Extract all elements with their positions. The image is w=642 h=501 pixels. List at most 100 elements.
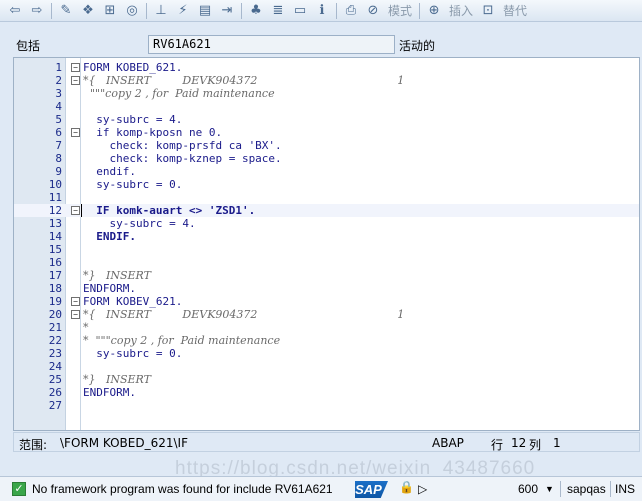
line-number: 26: [48, 386, 62, 399]
code-line[interactable]: 15: [14, 243, 639, 256]
code-text: * """copy 2 , for Paid maintenance: [83, 334, 281, 347]
fold-toggle-icon[interactable]: −: [71, 310, 80, 319]
code-line[interactable]: 4: [14, 100, 639, 113]
line-number: 21: [48, 321, 62, 334]
line-number: 18: [48, 282, 62, 295]
code-line[interactable]: 22 * """copy 2 , for Paid maintenance: [14, 334, 639, 347]
info-icon[interactable]: ℹ: [311, 1, 333, 21]
stack-icon[interactable]: ≣: [267, 1, 289, 21]
toolbar-divider: [336, 2, 337, 19]
hierarchy-icon[interactable]: ⊥: [150, 1, 172, 21]
window-icon[interactable]: ▭: [289, 1, 311, 21]
stop-icon[interactable]: ⊘: [362, 1, 384, 21]
code-text: check: komp-prsfd ca 'BX'.: [83, 139, 282, 152]
forward-arrow-icon[interactable]: ⇨: [26, 1, 48, 21]
code-line[interactable]: 17 *} INSERT: [14, 269, 639, 282]
code-text: ENDFORM.: [83, 386, 136, 399]
fold-toggle-icon[interactable]: −: [71, 206, 80, 215]
code-line[interactable]: 23 sy-subrc = 0.: [14, 347, 639, 360]
code-text: *: [83, 321, 89, 334]
print-icon[interactable]: ⎙: [340, 1, 362, 21]
code-line[interactable]: 19− FORM KOBEV_621.: [14, 295, 639, 308]
col-label: 列: [529, 438, 542, 452]
line-number: 23: [48, 347, 62, 360]
line-number: 20: [48, 308, 62, 321]
status-divider: [560, 481, 561, 497]
language-indicator: ABAP: [432, 436, 464, 450]
code-line[interactable]: 7 check: komp-prsfd ca 'BX'.: [14, 139, 639, 152]
program-name-field[interactable]: RV61A621: [148, 35, 395, 54]
line-number: 7: [55, 139, 62, 152]
code-line[interactable]: 6− if komp-kposn ne 0.: [14, 126, 639, 139]
code-line[interactable]: 27: [14, 399, 639, 412]
line-number: 3: [55, 87, 62, 100]
code-line[interactable]: 1− FORM KOBED_621.: [14, 61, 639, 74]
line-number: 12: [48, 204, 62, 217]
pattern-icon[interactable]: ▤: [194, 1, 216, 21]
code-line[interactable]: 13 sy-subrc = 4.: [14, 217, 639, 230]
line-number: 9: [55, 165, 62, 178]
line-number: 13: [48, 217, 62, 230]
program-status: 活动的: [399, 39, 436, 53]
scope-bar: 范围: \FORM KOBED_621\IF ABAP 行 12 列 1: [13, 432, 640, 452]
code-editor[interactable]: 1− FORM KOBED_621. 2− *{ INSERT DEVK904372 …: [13, 57, 640, 431]
mode-button[interactable]: 模式: [384, 2, 416, 19]
code-line[interactable]: 11: [14, 191, 639, 204]
code-line[interactable]: 3 """copy 2 , for Paid maintenance: [14, 87, 639, 100]
back-arrow-icon[interactable]: ⇦: [4, 1, 26, 21]
system-name: sapqas: [567, 482, 606, 496]
code-line[interactable]: 5 sy-subrc = 4.: [14, 113, 639, 126]
fold-toggle-icon[interactable]: −: [71, 76, 80, 85]
fold-toggle-icon[interactable]: −: [71, 297, 80, 306]
sap-logo: SAP: [355, 481, 388, 498]
edit-pencil-icon[interactable]: ✎: [55, 1, 77, 21]
scope-label: 范围:: [19, 438, 48, 452]
line-number: 25: [48, 373, 62, 386]
navigate-icon[interactable]: ⇥: [216, 1, 238, 21]
display-change-icon[interactable]: ⊞: [99, 1, 121, 21]
code-line[interactable]: 16: [14, 256, 639, 269]
replace-button[interactable]: 替代: [499, 2, 531, 19]
code-line[interactable]: 2− *{ INSERT DEVK904372 1: [14, 74, 639, 87]
code-text: *} INSERT: [83, 269, 151, 282]
insert-button[interactable]: 插入: [445, 2, 477, 19]
toolbar-divider: [51, 2, 52, 19]
code-line[interactable]: 25 *} INSERT: [14, 373, 639, 386]
line-number: 4: [55, 100, 62, 113]
code-line[interactable]: 14 ENDIF.: [14, 230, 639, 243]
code-line[interactable]: 21 *: [14, 321, 639, 334]
line-number: 15: [48, 243, 62, 256]
code-line[interactable]: 24: [14, 360, 639, 373]
code-text: ENDIF.: [83, 230, 136, 243]
code-line[interactable]: 12− IF komk-auart <> 'ZSD1'.: [14, 204, 639, 217]
tree-icon[interactable]: ♣: [245, 1, 267, 21]
status-message[interactable]: No framework program was found for inclu…: [32, 482, 333, 496]
code-line[interactable]: 26 ENDFORM.: [14, 386, 639, 399]
code-text: check: komp-kznep = space.: [83, 152, 282, 165]
col-value: 1: [553, 436, 561, 450]
fold-toggle-icon[interactable]: −: [71, 63, 80, 72]
arrow-right-icon[interactable]: ▷: [418, 482, 427, 496]
code-line[interactable]: 8 check: komp-kznep = space.: [14, 152, 639, 165]
line-number: 14: [48, 230, 62, 243]
code-text: endif.: [83, 165, 136, 178]
code-text: ENDFORM.: [83, 282, 136, 295]
include-label: 包括: [16, 39, 41, 53]
activate-icon[interactable]: ⚡: [172, 1, 194, 21]
code-line[interactable]: 10 sy-subrc = 0.: [14, 178, 639, 191]
row-label: 行: [491, 438, 504, 452]
scope-path: \FORM KOBED_621\IF: [60, 436, 188, 450]
code-line[interactable]: 20− *{ INSERT DEVK904372 1: [14, 308, 639, 321]
code-line[interactable]: 9 endif.: [14, 165, 639, 178]
where-used-icon[interactable]: ◎: [121, 1, 143, 21]
line-number: 24: [48, 360, 62, 373]
code-text: FORM KOBEV_621.: [83, 295, 183, 308]
code-line[interactable]: 18 ENDFORM.: [14, 282, 639, 295]
line-number: 6: [55, 126, 62, 139]
insert-icon: ⊕: [428, 3, 440, 18]
line-number: 1: [55, 61, 62, 74]
fold-toggle-icon[interactable]: −: [71, 128, 80, 137]
objects-icon[interactable]: ❖: [77, 1, 99, 21]
line-number: 17: [48, 269, 62, 282]
dropdown-icon[interactable]: ▼: [545, 484, 554, 494]
